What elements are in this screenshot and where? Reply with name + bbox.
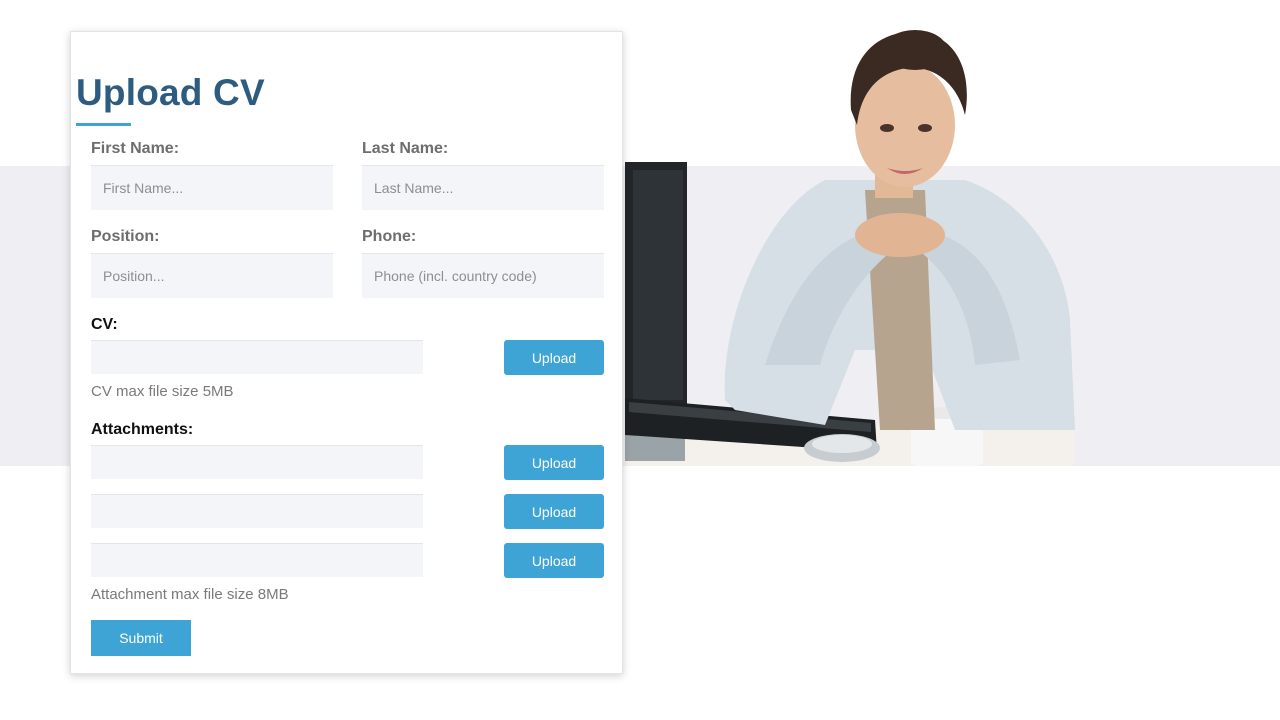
attachment-file-field-2[interactable] bbox=[91, 494, 423, 528]
page-title: Upload CV bbox=[76, 72, 265, 113]
position-input[interactable] bbox=[91, 253, 333, 298]
attachment-upload-button-1[interactable]: Upload bbox=[504, 445, 604, 480]
first-name-input[interactable] bbox=[91, 165, 333, 210]
phone-label: Phone: bbox=[362, 228, 417, 245]
last-name-label: Last Name: bbox=[362, 140, 449, 157]
cv-upload-button[interactable]: Upload bbox=[504, 340, 604, 375]
position-label: Position: bbox=[91, 228, 160, 245]
attachment-upload-button-3[interactable]: Upload bbox=[504, 543, 604, 578]
submit-button[interactable]: Submit bbox=[91, 620, 191, 656]
upload-cv-form: Upload CV First Name: Last Name: Positio… bbox=[70, 31, 623, 674]
hero-photo bbox=[625, 20, 1080, 466]
cv-size-hint: CV max file size 5MB bbox=[91, 383, 234, 400]
cv-label: CV: bbox=[91, 316, 118, 333]
attachments-label: Attachments: bbox=[91, 421, 194, 438]
title-underline bbox=[76, 123, 131, 126]
first-name-label: First Name: bbox=[91, 140, 180, 157]
attachment-size-hint: Attachment max file size 8MB bbox=[91, 586, 289, 603]
last-name-input[interactable] bbox=[362, 165, 604, 210]
cv-file-field[interactable] bbox=[91, 340, 423, 374]
phone-input[interactable] bbox=[362, 253, 604, 298]
attachment-file-field-1[interactable] bbox=[91, 445, 423, 479]
attachment-file-field-3[interactable] bbox=[91, 543, 423, 577]
attachment-upload-button-2[interactable]: Upload bbox=[504, 494, 604, 529]
